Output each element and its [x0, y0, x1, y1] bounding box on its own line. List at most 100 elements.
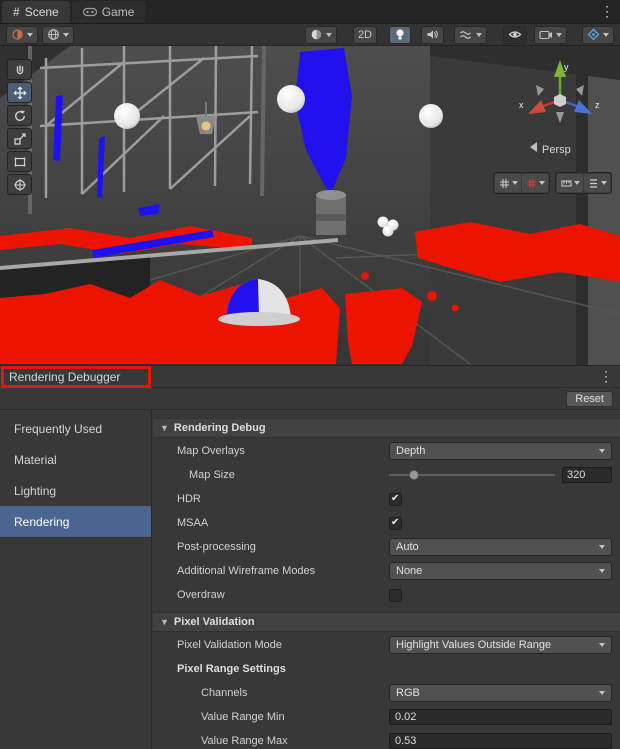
panel-more-icon[interactable]: ⋮	[599, 368, 613, 385]
hdr-label: HDR	[153, 493, 389, 505]
scene-debug-draw-dropdown[interactable]	[6, 26, 38, 44]
dropdown-value: Auto	[396, 541, 419, 553]
view-tool-button[interactable]	[7, 59, 32, 80]
debugger-content: ▼ Rendering Debug Map Overlays Depth Map…	[153, 410, 620, 749]
section-rendering-debug[interactable]: ▼ Rendering Debug	[153, 418, 620, 438]
gizmos-dropdown-button[interactable]	[582, 26, 614, 44]
map-overlays-row: Map Overlays Depth	[153, 440, 620, 462]
paint-icon	[11, 28, 24, 41]
2d-toggle-button[interactable]: 2D	[353, 26, 377, 44]
map-overlays-label: Map Overlays	[153, 445, 389, 457]
section-title: Rendering Debug	[174, 422, 266, 434]
lighting-toggle-button[interactable]	[389, 26, 411, 44]
chevron-down-icon	[599, 449, 605, 453]
draw-mode-dropdown[interactable]	[305, 26, 337, 44]
map-size-field[interactable]	[562, 467, 612, 483]
rotate-tool-button[interactable]	[7, 105, 32, 126]
map-overlays-dropdown[interactable]: Depth	[389, 442, 612, 460]
chevron-down-icon	[539, 181, 545, 185]
pixel-validation-mode-row: Pixel Validation Mode Highlight Values O…	[153, 634, 620, 656]
scene-toolbar: 2D	[0, 24, 620, 46]
value-range-min-label: Value Range Min	[153, 711, 389, 723]
sidebar-item-lighting[interactable]: Lighting	[0, 475, 151, 506]
hdr-checkbox[interactable]	[389, 493, 402, 506]
rotate-icon	[13, 109, 27, 123]
scene-visibility-toggle[interactable]	[503, 26, 527, 44]
audio-toggle-button[interactable]	[421, 26, 444, 44]
snap-settings-dropdown[interactable]	[584, 174, 610, 192]
post-processing-dropdown[interactable]: Auto	[389, 538, 612, 556]
chevron-down-icon	[27, 33, 33, 37]
persp-label: Persp	[542, 144, 571, 156]
map-size-row: Map Size	[153, 464, 620, 486]
unity-editor-window: # Scene Game ⋮	[0, 0, 620, 749]
tab-scene[interactable]: # Scene	[2, 1, 70, 23]
increment-snap-dropdown[interactable]	[557, 174, 583, 192]
foldout-arrow-icon: ▼	[160, 423, 169, 433]
effects-dropdown-button[interactable]	[454, 26, 487, 44]
chevron-down-icon	[601, 181, 607, 185]
overdraw-checkbox[interactable]	[389, 589, 402, 602]
camera-overlay-dropdown[interactable]	[534, 26, 567, 44]
chevron-down-icon	[476, 33, 482, 37]
lightbulb-icon	[394, 28, 406, 41]
grid-snap-dropdown[interactable]	[522, 174, 548, 192]
scene-toolstrip	[7, 59, 32, 195]
foldout-arrow-icon: ▼	[160, 617, 169, 627]
chevron-down-icon	[574, 181, 580, 185]
sidebar-item-material[interactable]: Material	[0, 444, 151, 475]
map-size-label: Map Size	[153, 469, 389, 481]
overdraw-row: Overdraw	[153, 584, 620, 606]
value-range-max-label: Value Range Max	[153, 735, 389, 747]
rendering-debugger-body: Frequently Used Material Lighting Render…	[0, 410, 620, 749]
chevron-down-icon	[599, 569, 605, 573]
view-tabbar: # Scene Game ⋮	[0, 0, 620, 24]
scene-skybox-dropdown[interactable]	[42, 26, 74, 44]
game-controller-icon	[83, 7, 97, 17]
tab-scene-label: Scene	[25, 5, 59, 19]
gizmos-overlay-icon	[587, 28, 600, 41]
chevron-down-icon	[603, 33, 609, 37]
grid-icon	[499, 178, 510, 189]
tab-game[interactable]: Game	[72, 1, 146, 23]
value-range-max-field[interactable]	[389, 733, 612, 749]
slider-handle[interactable]	[409, 470, 419, 480]
move-icon	[13, 86, 27, 100]
section-pixel-validation[interactable]: ▼ Pixel Validation	[153, 612, 620, 632]
scale-tool-button[interactable]	[7, 128, 32, 149]
overdraw-label: Overdraw	[153, 589, 389, 601]
gizmo-z-label: z	[595, 100, 600, 110]
msaa-checkbox[interactable]	[389, 517, 402, 530]
move-tool-button[interactable]	[7, 82, 32, 103]
section-title: Pixel Validation	[174, 616, 255, 628]
tab-game-label: Game	[102, 5, 135, 19]
ruler-icon	[561, 178, 572, 189]
grid-visibility-dropdown[interactable]	[495, 174, 521, 192]
dropdown-value: RGB	[396, 687, 420, 699]
sidebar-item-rendering[interactable]: Rendering	[0, 506, 151, 537]
2d-label: 2D	[358, 29, 372, 41]
reset-button[interactable]: Reset	[566, 391, 613, 407]
scene-grid-icon: #	[13, 5, 20, 19]
map-size-slider[interactable]	[389, 466, 555, 484]
pixel-validation-mode-dropdown[interactable]: Highlight Values Outside Range	[389, 636, 612, 654]
tab-more-icon[interactable]: ⋮	[600, 3, 614, 20]
pixel-range-settings-row: Pixel Range Settings	[153, 658, 620, 680]
post-processing-label: Post-processing	[153, 541, 389, 553]
gizmo-y-label: y	[564, 62, 569, 72]
snap-icon	[588, 178, 599, 189]
channels-dropdown[interactable]: RGB	[389, 684, 612, 702]
debugger-sidebar: Frequently Used Material Lighting Render…	[0, 410, 152, 749]
transform-tool-button[interactable]	[7, 174, 32, 195]
hand-icon	[13, 63, 27, 77]
globe-icon	[47, 28, 60, 41]
wireframe-dropdown[interactable]: None	[389, 562, 612, 580]
scene-viewport[interactable]: x y z Persp	[0, 46, 620, 365]
value-range-max-row: Value Range Max	[153, 730, 620, 749]
hdr-row: HDR	[153, 488, 620, 510]
value-range-min-field[interactable]	[389, 709, 612, 725]
sidebar-item-frequently-used[interactable]: Frequently Used	[0, 413, 151, 444]
speaker-icon	[426, 28, 439, 41]
rect-tool-button[interactable]	[7, 151, 32, 172]
reset-row: Reset	[0, 388, 620, 410]
